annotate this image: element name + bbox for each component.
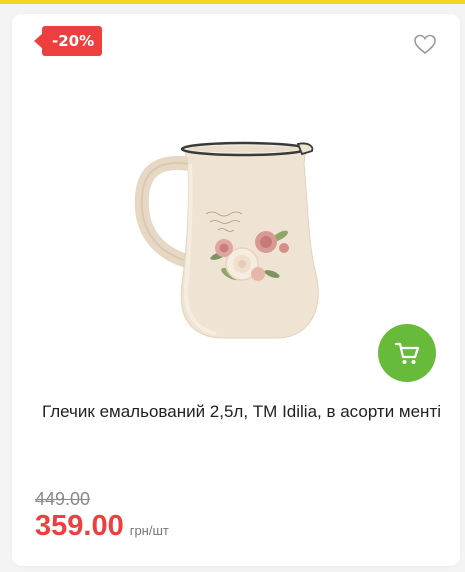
old-price: 449.00 [35,489,91,509]
price-unit: грн/шт [129,523,169,538]
cart-icon [394,342,420,364]
product-image[interactable] [130,124,330,354]
discount-badge: -20% [33,26,103,56]
add-to-cart-button[interactable] [378,324,436,382]
wishlist-button[interactable] [412,32,440,58]
product-title[interactable]: Глечик емальований 2,5л, ТМ Idilia, в ас… [42,398,442,426]
heart-icon [414,34,436,55]
top-accent-strip [0,0,465,4]
product-card[interactable]: -20% Глечик емальований 2,5л, ТМ Idilia,… [12,14,460,566]
price-row: 359.00 грн/шт [35,510,169,543]
current-price: 359.00 [35,510,124,542]
